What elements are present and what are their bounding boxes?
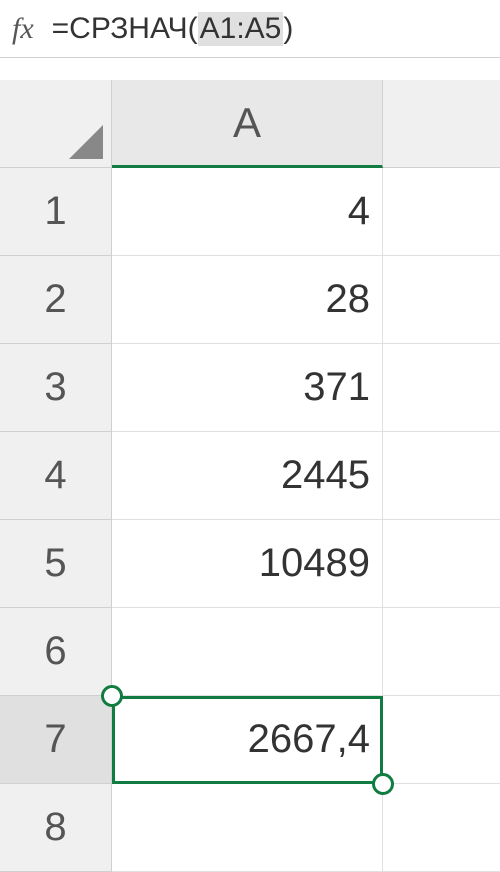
cell-a5[interactable]: 10489 [112, 520, 383, 608]
cell-b6[interactable] [383, 608, 500, 696]
cell-a1[interactable]: 4 [112, 168, 383, 256]
row-header-5[interactable]: 5 [0, 520, 112, 608]
row-header-7[interactable]: 7 [0, 696, 112, 784]
row-header-4[interactable]: 4 [0, 432, 112, 520]
cell-a3[interactable]: 371 [112, 344, 383, 432]
column-header-empty[interactable] [383, 80, 500, 168]
cell-b1[interactable] [383, 168, 500, 256]
column-header-a[interactable]: A [112, 80, 383, 168]
row-header-8[interactable]: 8 [0, 784, 112, 872]
cell-a8[interactable] [112, 784, 383, 872]
cell-a2[interactable]: 28 [112, 256, 383, 344]
cell-b7[interactable] [383, 696, 500, 784]
cell-b3[interactable] [383, 344, 500, 432]
cell-b8[interactable] [383, 784, 500, 872]
row-header-6[interactable]: 6 [0, 608, 112, 696]
formula-range: A1:A5 [198, 12, 284, 46]
spacer [0, 58, 500, 80]
cell-a4[interactable]: 2445 [112, 432, 383, 520]
row-header-1[interactable]: 1 [0, 168, 112, 256]
selection-handle-bottom-right[interactable] [372, 773, 394, 795]
cell-b4[interactable] [383, 432, 500, 520]
row-header-3[interactable]: 3 [0, 344, 112, 432]
corner-triangle-icon [69, 125, 103, 159]
selection-handle-top-left[interactable] [101, 685, 123, 707]
cell-b5[interactable] [383, 520, 500, 608]
cell-a6[interactable] [112, 608, 383, 696]
formula-prefix: =СРЗНАЧ( [52, 12, 198, 46]
formula-suffix: ) [283, 12, 293, 46]
cell-b2[interactable] [383, 256, 500, 344]
formula-bar[interactable]: fx =СРЗНАЧ( A1:A5 ) [0, 0, 500, 58]
select-all-corner[interactable] [0, 80, 112, 168]
fx-icon[interactable]: fx [12, 12, 34, 46]
formula-content[interactable]: =СРЗНАЧ( A1:A5 ) [52, 12, 294, 46]
cell-a7[interactable]: 2667,4 [112, 696, 383, 784]
spreadsheet-grid: A 1 4 2 28 3 371 4 2445 5 10489 6 7 2667… [0, 80, 500, 872]
row-header-2[interactable]: 2 [0, 256, 112, 344]
